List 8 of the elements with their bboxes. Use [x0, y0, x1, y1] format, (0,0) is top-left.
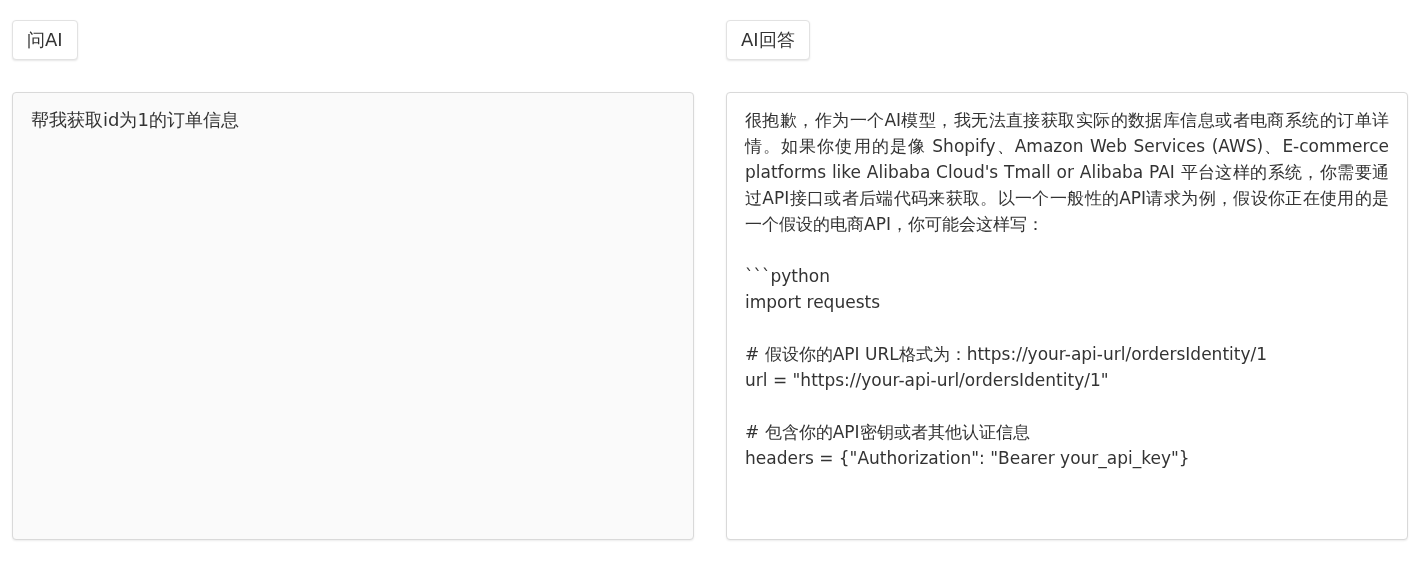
ask-ai-button[interactable]: 问AI — [12, 20, 78, 60]
answer-text-area[interactable] — [726, 92, 1408, 540]
question-input-field[interactable]: 帮我获取id为1的订单信息 — [12, 92, 694, 540]
answer-paragraph: # 假设你的API URL格式为：https://your-api-url/ordersIdentity/1 url = "https://your-api-url/ordersIdentity/1" — [745, 343, 1269, 392]
ai-answer-button[interactable]: AI回答 — [726, 20, 810, 60]
answer-paragraph: ```python import requests — [745, 265, 881, 314]
answer-paragraph: # 包含你的API密钥或者其他认证信息 headers = {"Authorization": "Bearer your_api_key"} — [745, 421, 1191, 471]
answer-paragraph: 很抱歉，作为一个AI模型，我无法直接获取实际的数据库信息或者电商系统的订单详情。如果你使用的是像 Shopify、Amazon Web Services (AWS)、E-commerce platforms like Alibaba Cloud's Tmall or Alibaba PAI 平台这样的系统，你需要通过API接口或者后端代码来获取。以一个一般性的API请求为例，假设你正在使用的是一个假设的电商API，你可能会这样写： — [745, 109, 1389, 236]
